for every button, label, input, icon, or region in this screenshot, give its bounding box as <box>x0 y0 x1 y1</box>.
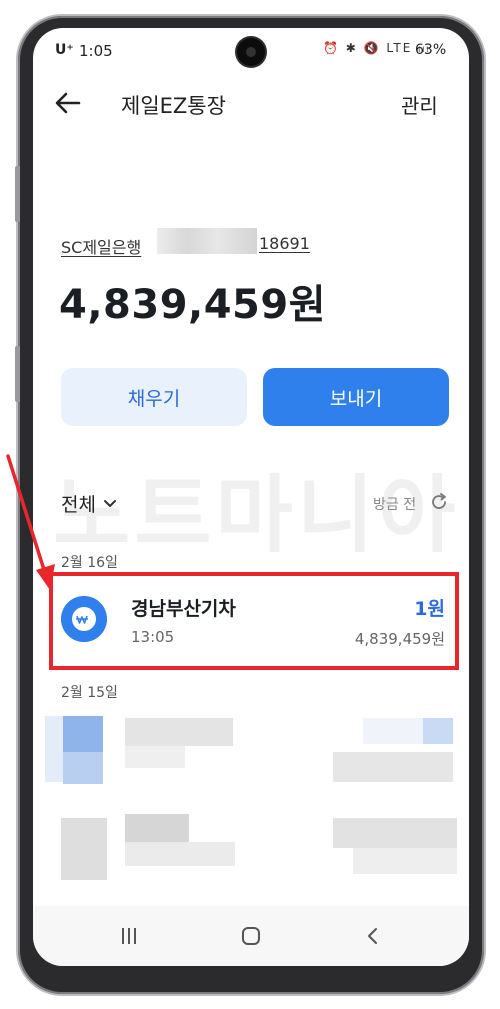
blur-block <box>63 716 103 754</box>
recent-apps-icon[interactable] <box>117 924 141 948</box>
back-nav-icon[interactable] <box>361 924 385 948</box>
blur-block <box>61 818 107 880</box>
power-button <box>15 346 20 402</box>
page-title: 제일EZ통장 <box>121 94 226 118</box>
date-header: 2월 15일 <box>61 685 118 701</box>
app-screen: U⁺ 1:05 ⏰ ✱ 🔇 LTE ᵢₗₗ 63% 제일EZ통장 관리 SC제일… <box>33 28 469 966</box>
clock: 1:05 <box>79 42 113 60</box>
blur-block <box>363 718 423 744</box>
carrier-label: U⁺ <box>55 42 74 58</box>
blur-block <box>333 752 453 782</box>
blur-block <box>333 818 457 848</box>
annotation-arrow-icon <box>6 454 55 590</box>
blur-block <box>125 746 185 768</box>
battery-level: 63% <box>415 42 447 58</box>
account-balance: 4,839,459원 <box>59 282 327 328</box>
refresh-icon[interactable] <box>429 492 449 512</box>
back-arrow-icon[interactable] <box>53 88 83 118</box>
fill-button[interactable]: 채우기 <box>61 368 247 426</box>
android-nav-bar <box>33 906 469 966</box>
blur-block <box>63 752 103 784</box>
blur-block <box>125 814 189 842</box>
home-icon[interactable] <box>239 924 263 948</box>
account-number-suffix[interactable]: 18691 <box>259 234 310 253</box>
masked-account-number <box>157 228 257 254</box>
blur-block <box>125 842 235 866</box>
blur-block <box>423 718 453 744</box>
transaction-amount: 1원 <box>414 598 445 620</box>
refresh-time-label: 방금 전 <box>373 497 417 513</box>
blur-block <box>353 848 457 874</box>
transaction-time: 13:05 <box>131 628 175 646</box>
camera-hole <box>237 38 265 66</box>
account-name-link[interactable]: SC제일은행 <box>61 234 141 258</box>
send-button[interactable]: 보내기 <box>263 368 449 426</box>
won-currency-icon <box>61 596 107 642</box>
chevron-down-icon <box>103 499 116 507</box>
transaction-row[interactable]: 경남부산기차 13:05 1원 4,839,459원 <box>49 572 459 670</box>
status-bar: U⁺ 1:05 ⏰ ✱ 🔇 LTE ᵢₗₗ 63% <box>33 28 469 74</box>
app-header: 제일EZ통장 관리 <box>33 84 469 128</box>
blur-block <box>125 718 233 746</box>
transaction-name: 경남부산기차 <box>131 598 236 620</box>
transaction-balance-after: 4,839,459원 <box>354 630 445 648</box>
manage-button[interactable]: 관리 <box>401 90 438 119</box>
volume-button <box>15 166 20 222</box>
